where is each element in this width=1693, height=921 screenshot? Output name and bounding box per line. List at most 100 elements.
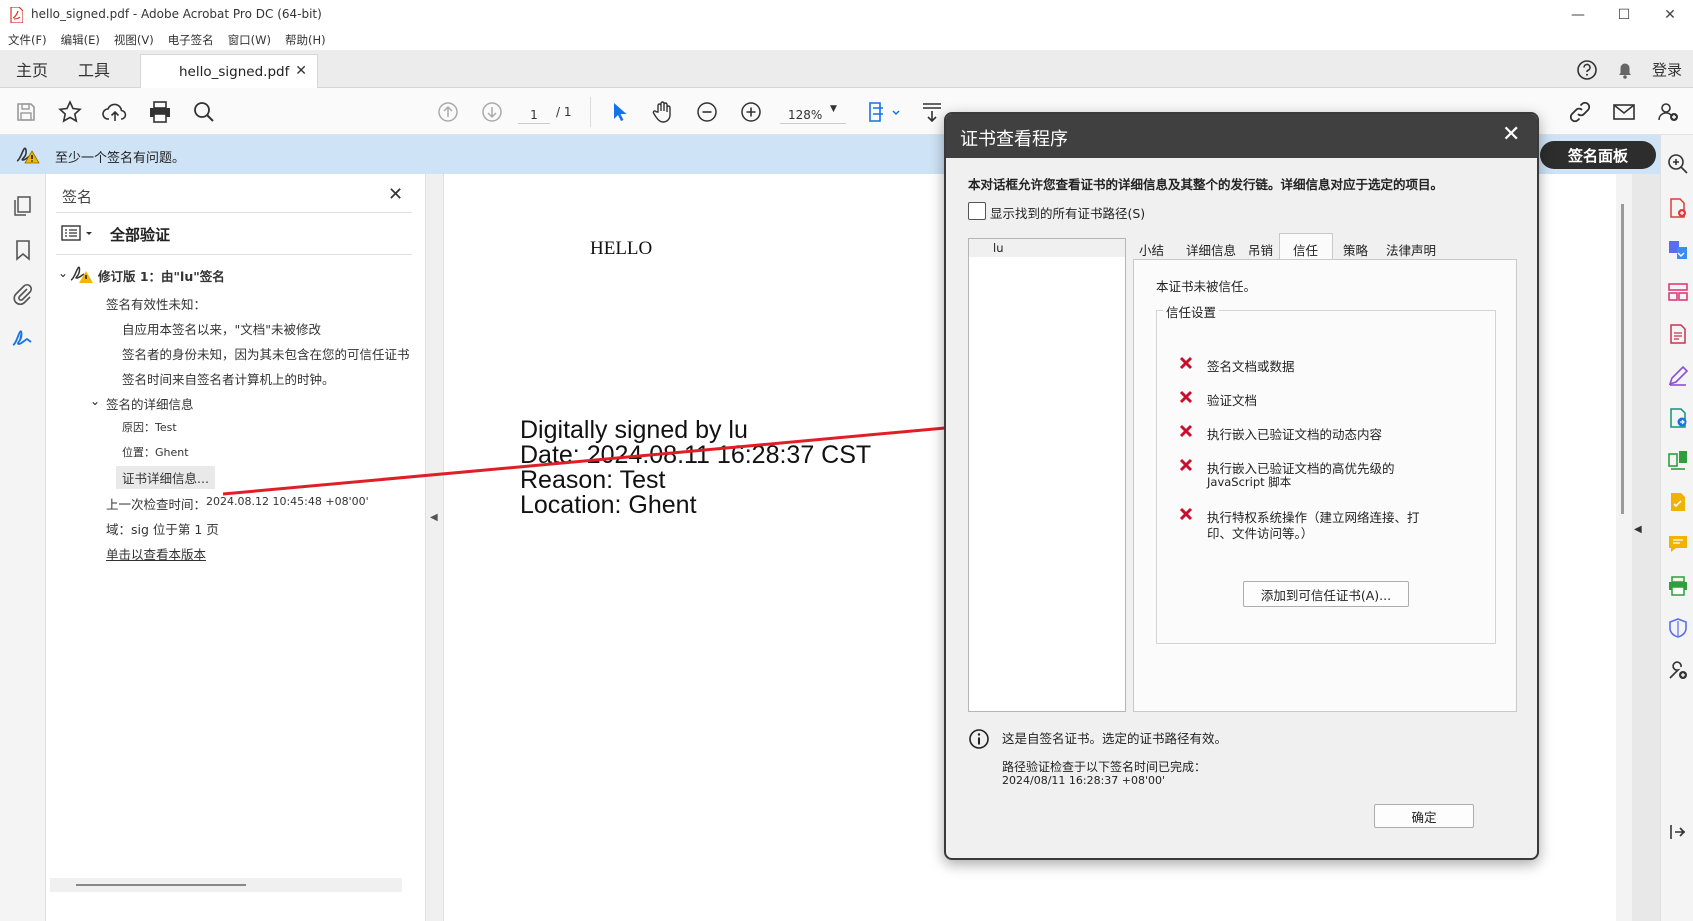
upload-button[interactable] <box>100 97 130 127</box>
tree-item-selected[interactable]: lu <box>969 239 1125 257</box>
organize-pages-icon[interactable] <box>1667 281 1689 303</box>
more-tools-icon[interactable] <box>1667 659 1689 681</box>
zoom-search-icon[interactable] <box>1667 153 1689 175</box>
print-production-icon[interactable] <box>1667 575 1689 597</box>
next-page-button[interactable] <box>477 97 507 127</box>
hand-tool-button[interactable] <box>648 97 678 127</box>
vertical-scrollbar[interactable] <box>1616 174 1632 921</box>
horizontal-scrollbar[interactable] <box>50 878 402 892</box>
page-thumbnails-icon[interactable] <box>11 194 35 218</box>
share-link-button[interactable] <box>1565 97 1595 127</box>
edit-pdf-icon[interactable] <box>1667 365 1689 387</box>
link-icon <box>1569 101 1591 123</box>
bell-icon[interactable] <box>1614 59 1636 81</box>
expand-right-panel-icon[interactable]: ◀ <box>1634 524 1642 535</box>
signature-details-node[interactable]: 签名的详细信息 <box>106 394 194 413</box>
request-signature-icon[interactable] <box>1667 407 1689 429</box>
tab-tools[interactable]: 工具 <box>78 50 110 88</box>
close-tab-icon[interactable]: ✕ <box>295 63 307 79</box>
divider <box>56 254 412 255</box>
show-all-paths-label[interactable]: 显示找到的所有证书路径(S) <box>990 203 1145 222</box>
zoom-out-button[interactable] <box>692 97 722 127</box>
compare-files-icon[interactable] <box>1667 449 1689 471</box>
menu-edit[interactable]: 编辑(E) <box>61 32 100 48</box>
view-version-link[interactable]: 单击以查看本版本 <box>106 544 206 563</box>
trust-item-cont: 印、文件访问等。） <box>1207 526 1314 541</box>
tab-revocation[interactable]: 吊销 <box>1248 240 1273 259</box>
certificate-details-link[interactable]: 证书详细信息... <box>116 466 215 489</box>
attachment-icon[interactable] <box>11 282 35 306</box>
last-checked-label: 上一次检查时间： <box>106 497 207 512</box>
page-number-input[interactable]: 1 <box>518 100 550 124</box>
revision-item[interactable]: 修订版 1：由"lu"签名 <box>98 266 225 285</box>
trust-tab-panel: 本证书未被信任。 信任设置 签名文档或数据 验证文档 执行嵌入已验证文档的动态内… <box>1133 259 1517 712</box>
close-dialog-icon[interactable]: ✕ <box>1502 122 1520 147</box>
panel-collapse-strip[interactable]: ◀ <box>426 174 444 921</box>
create-pdf-icon[interactable] <box>1667 197 1689 219</box>
deny-x-icon <box>1179 390 1193 404</box>
last-checked-value: 2024.08.12 10:45:48 +08'00' <box>206 495 369 508</box>
comment-icon[interactable] <box>1667 533 1689 555</box>
collapse-left-icon[interactable]: ◀ <box>430 512 438 523</box>
location-text: 位置：Ghent <box>122 446 189 459</box>
tab-trust-active[interactable]: 信任 <box>1279 233 1333 260</box>
fit-page-button[interactable] <box>864 97 904 127</box>
certificate-tree[interactable]: lu <box>968 238 1126 712</box>
search-button[interactable] <box>189 97 219 127</box>
minimize-button[interactable]: — <box>1555 0 1601 30</box>
tab-home[interactable]: 主页 <box>16 50 48 88</box>
select-tool-button[interactable] <box>604 97 634 127</box>
save-button[interactable] <box>11 97 41 127</box>
signature-panel-icon[interactable] <box>11 326 35 350</box>
tab-legal-notice[interactable]: 法律声明 <box>1386 240 1436 259</box>
verify-all-button[interactable]: 全部验证 <box>110 224 170 245</box>
tree-item-label: lu <box>993 241 1004 255</box>
signature-panel-button[interactable]: 签名面板 <box>1540 141 1656 169</box>
menu-view[interactable]: 视图(V) <box>114 32 154 48</box>
bookmark-star-button[interactable] <box>55 97 85 127</box>
show-all-paths-checkbox[interactable] <box>968 202 986 220</box>
add-trusted-cert-button[interactable]: 添加到可信任证书(A)... <box>1243 581 1409 607</box>
chevron-down-icon[interactable]: ⌄ <box>90 394 100 408</box>
collapse-rail-icon[interactable] <box>1667 821 1689 843</box>
tab-policies[interactable]: 策略 <box>1343 240 1368 259</box>
hello-text: HELLO <box>590 238 653 259</box>
menu-bar: 文件(F) 编辑(E) 视图(V) 电子签名 窗口(W) 帮助(H) <box>0 30 1693 50</box>
trust-settings-legend: 信任设置 <box>1163 302 1220 321</box>
menu-esign[interactable]: 电子签名 <box>168 32 214 48</box>
combine-files-icon[interactable] <box>1667 239 1689 261</box>
tab-trust-label: 信任 <box>1293 243 1319 258</box>
zoom-in-button[interactable] <box>736 97 766 127</box>
prev-page-button[interactable] <box>433 97 463 127</box>
trust-settings-group: 信任设置 签名文档或数据 验证文档 执行嵌入已验证文档的动态内容 执行嵌入已验证… <box>1156 302 1496 644</box>
login-link[interactable]: 登录 <box>1652 50 1682 88</box>
account-button[interactable] <box>1653 97 1683 127</box>
print-button[interactable] <box>145 97 175 127</box>
export-pdf-icon[interactable] <box>1667 323 1689 345</box>
info-icon <box>969 729 989 749</box>
tab-summary[interactable]: 小结 <box>1139 240 1164 259</box>
email-button[interactable] <box>1609 97 1639 127</box>
window-title: hello_signed.pdf - Adobe Acrobat Pro DC … <box>31 7 322 21</box>
mail-icon <box>1613 104 1635 120</box>
tab-document[interactable]: hello_signed.pdf ✕ <box>140 54 318 88</box>
zoom-select[interactable]: 128% ▼ <box>780 100 846 124</box>
close-window-button[interactable]: ✕ <box>1647 0 1693 30</box>
help-icon[interactable] <box>1576 59 1598 81</box>
protect-shield-icon[interactable] <box>1667 617 1689 639</box>
scrollbar-thumb[interactable] <box>1621 204 1624 514</box>
bookmark-icon[interactable] <box>11 238 35 262</box>
options-menu-icon[interactable] <box>61 224 97 242</box>
close-panel-icon[interactable]: ✕ <box>388 184 403 205</box>
scrollbar-thumb[interactable] <box>76 884 246 886</box>
menu-file[interactable]: 文件(F) <box>8 32 47 48</box>
maximize-button[interactable]: ☐ <box>1601 0 1647 30</box>
menu-window[interactable]: 窗口(W) <box>228 32 271 48</box>
menu-help[interactable]: 帮助(H) <box>285 32 326 48</box>
chevron-down-icon[interactable]: ⌄ <box>58 266 68 280</box>
signature-appearance[interactable]: Digitally signed by lu Date: 2024.08.11 … <box>520 418 871 518</box>
tab-details[interactable]: 详细信息 <box>1186 240 1236 259</box>
scroll-mode-button[interactable] <box>917 97 947 127</box>
fill-sign-icon[interactable] <box>1667 491 1689 513</box>
ok-button[interactable]: 确定 <box>1374 804 1474 828</box>
